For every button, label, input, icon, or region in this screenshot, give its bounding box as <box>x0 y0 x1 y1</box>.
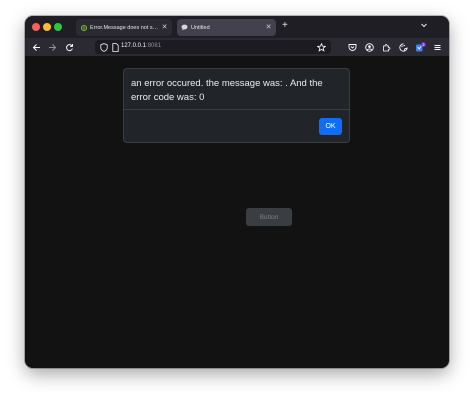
addon-badge: 2 <box>422 42 424 46</box>
url-host: 127.0.0.1 <box>121 43 147 49</box>
star-icon[interactable] <box>315 41 327 53</box>
page-icon <box>109 41 121 53</box>
url-text[interactable]: 127.0.0.1:8081 <box>121 43 161 49</box>
minimize-window-button[interactable] <box>43 23 51 31</box>
theme-icon[interactable] <box>397 41 409 53</box>
new-tab-button[interactable]: + <box>282 20 288 32</box>
close-icon[interactable]: ✕ <box>161 24 168 31</box>
addon-icon[interactable]: 2 <box>414 41 426 53</box>
close-window-button[interactable] <box>32 23 40 31</box>
page-button[interactable]: Button <box>246 208 292 226</box>
back-icon[interactable] <box>30 41 42 53</box>
tab-bar: Error.Message does not show t ✕ Untitled… <box>25 16 449 38</box>
browser-window: Error.Message does not show t ✕ Untitled… <box>25 16 449 368</box>
navigation-toolbar: 127.0.0.1:8081 2 <box>25 38 449 56</box>
error-message: an error occured. the message was: . And… <box>131 78 323 103</box>
url-port: :8081 <box>146 43 162 49</box>
ok-button[interactable]: OK <box>319 118 342 135</box>
address-bar[interactable]: 127.0.0.1:8081 <box>95 40 331 54</box>
forward-icon[interactable] <box>46 41 58 53</box>
zoom-window-button[interactable] <box>54 23 62 31</box>
account-icon[interactable] <box>363 41 375 53</box>
menu-icon[interactable] <box>431 41 443 53</box>
chevron-down-icon[interactable] <box>420 21 428 29</box>
tab-title: Error.Message does not show t <box>90 24 161 31</box>
reload-icon[interactable] <box>63 41 75 53</box>
close-icon[interactable]: ✕ <box>265 24 272 31</box>
tab-title: Untitled <box>191 24 210 31</box>
tab-error-message[interactable]: Error.Message does not show t ✕ <box>76 19 172 36</box>
pocket-icon[interactable] <box>346 41 358 53</box>
dialog-divider <box>124 109 349 110</box>
extensions-icon[interactable] <box>380 41 392 53</box>
chat-icon <box>181 24 188 31</box>
tab-untitled[interactable]: Untitled ✕ <box>177 19 276 36</box>
error-dialog: an error occured. the message was: . And… <box>123 68 350 143</box>
globe-icon <box>80 24 87 31</box>
page-content: an error occured. the message was: . And… <box>25 56 449 368</box>
